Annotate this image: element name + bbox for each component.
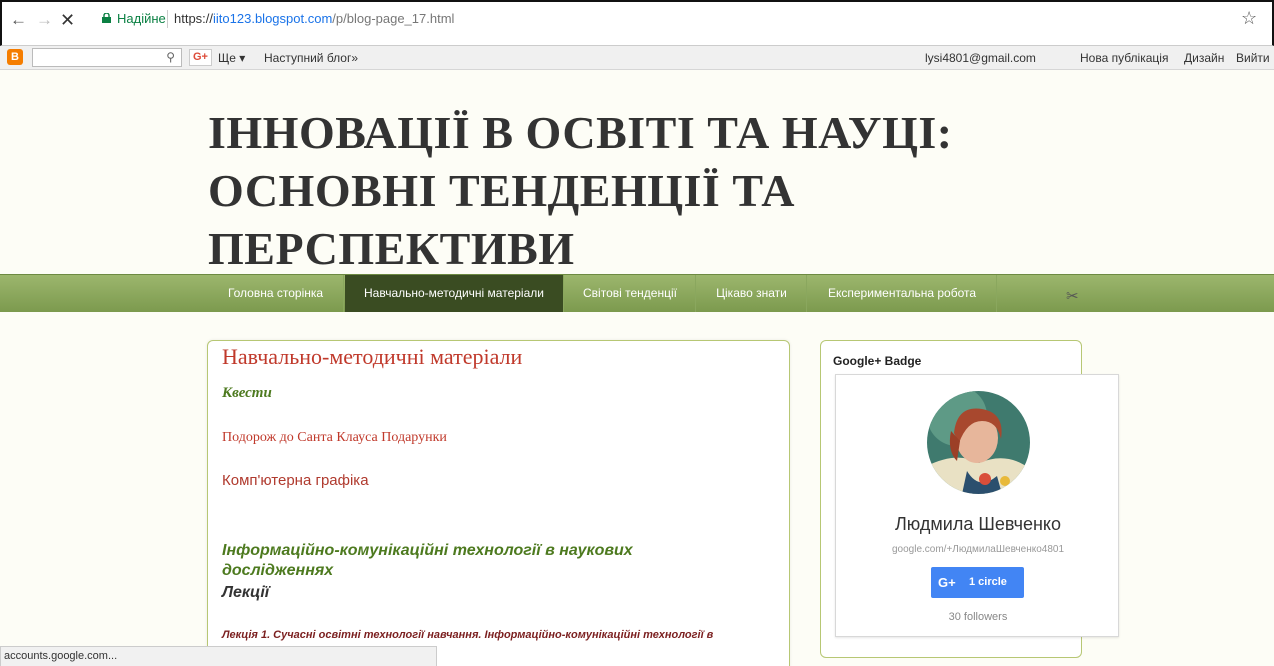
avatar[interactable] [927,391,1030,494]
followers-count: 30 followers [948,611,1008,623]
blogger-navbar: B ⚲ G+ Ще ▾ Наступний блог» lysi4801@gma… [0,46,1274,70]
back-arrow-icon[interactable]: ← [10,10,27,30]
secure-label: Надійне [117,11,166,26]
status-bar: accounts.google.com... [0,646,437,666]
tab-interesting[interactable]: Цікаво знати [697,275,807,312]
search-icon[interactable]: ⚲ [166,50,175,64]
tab-experimental-work[interactable]: Експериментальна робота [808,275,997,312]
browser-address-bar: ← → ✕ Надійне https://iito123.blogspot.c… [0,0,1274,46]
add-to-circles-button[interactable]: G+ 1 circle [931,567,1024,598]
sign-out-link[interactable]: Вийти [1236,51,1270,65]
gplus-share-button[interactable]: G+ [189,49,212,66]
bookmark-star-icon[interactable]: ☆ [1241,8,1257,29]
tab-world-trends[interactable]: Світові тенденції [565,275,696,312]
quests-heading: Квести [222,385,272,401]
ict-heading: Інформаційно-комунікаційні технології в … [222,542,633,579]
address-divider [167,10,168,28]
gplus-icon: G+ [938,575,956,590]
more-menu[interactable]: Ще ▾ [218,51,245,65]
next-blog-link[interactable]: Наступний блог» [264,51,358,65]
lock-icon [102,13,111,23]
lecture-1-link[interactable]: Лекція 1. Сучасні освітні технології нав… [222,629,713,641]
santa-link[interactable]: Подорож до Санта Клауса Подарунки [222,430,447,446]
computer-graphics-link[interactable]: Комп'ютерна графіка [222,472,369,489]
page-tabs: Головна сторінка Навчально-методичні мат… [0,274,1274,312]
url-field[interactable]: https://iito123.blogspot.com/p/blog-page… [174,11,454,26]
new-post-link[interactable]: Нова публікація [1080,51,1168,65]
design-link[interactable]: Дизайн [1184,51,1224,65]
blogger-logo-icon[interactable]: B [7,49,23,65]
post-title: Навчально-методичні матеріали [222,344,523,369]
post-card: Навчально-методичні матеріали Квести Под… [207,340,790,666]
gadget-title: Google+ Badge [833,354,922,368]
badge-url[interactable]: google.com/+ЛюдмилаШевченко4801 [836,544,1120,555]
gplus-badge[interactable]: Людмила Шевченко google.com/+ЛюдмилаШевч… [835,374,1119,637]
edit-tools-icon[interactable]: ✂ [1066,287,1079,305]
stop-loading-icon[interactable]: ✕ [60,10,75,30]
url-host: iito123.blogspot.com [213,11,333,26]
tab-home[interactable]: Головна сторінка [208,275,344,312]
badge-name[interactable]: Людмила Шевченко [836,514,1120,535]
avatar-photo [927,391,1030,494]
url-scheme: https:// [174,11,214,26]
blog-title[interactable]: ІННОВАЦІЇ В ОСВІТІ ТА НАУЦІ: ОСНОВНІ ТЕН… [208,104,988,278]
forward-arrow-icon[interactable]: → [36,10,53,30]
url-path: /p/blog-page_17.html [332,11,455,26]
circle-button-label: 1 circle [969,576,1007,588]
tab-teaching-materials[interactable]: Навчально-методичні матеріали [345,275,564,312]
blog-search-input[interactable]: ⚲ [32,48,182,67]
lectures-heading: Лекції [222,584,270,601]
user-email[interactable]: lysi4801@gmail.com [925,51,1036,65]
